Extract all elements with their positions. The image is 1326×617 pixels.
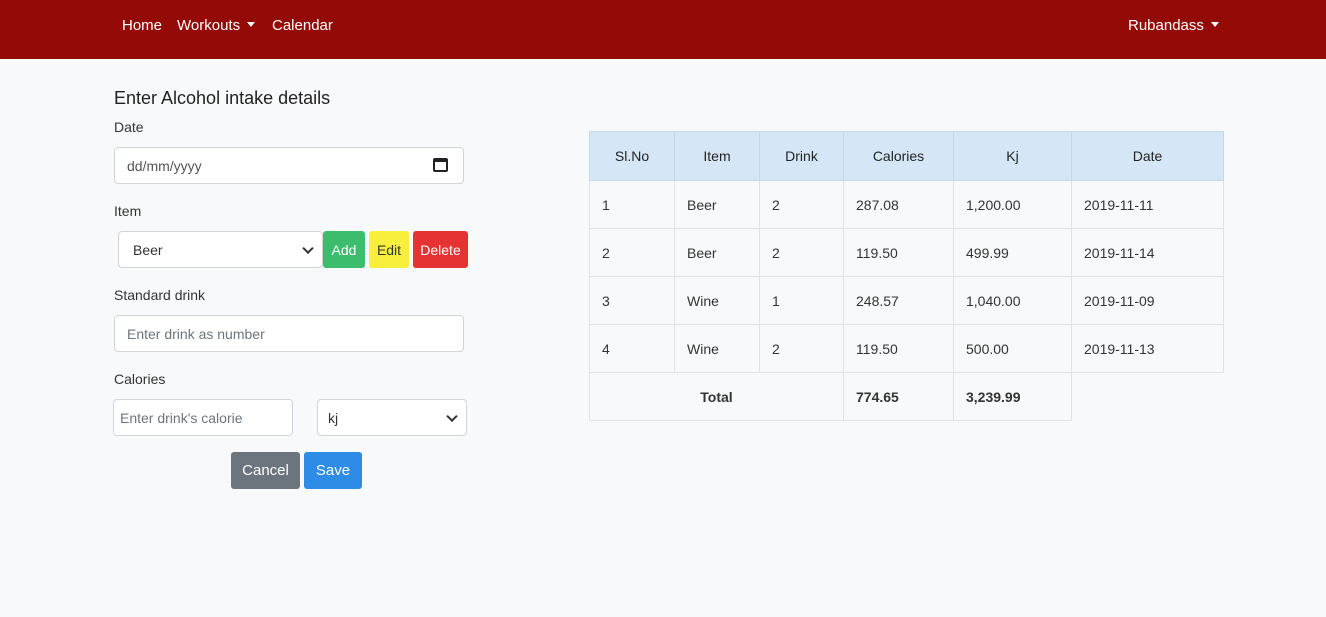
cell-drink: 2 <box>759 324 844 373</box>
calorie-placeholder: Enter drink's calorie <box>120 409 243 426</box>
empty-cell <box>1072 373 1224 421</box>
item-select[interactable]: Beer <box>118 231 323 268</box>
cell-kj: 500.00 <box>953 324 1072 373</box>
chevron-down-icon <box>446 410 458 422</box>
nav-calendar-link[interactable]: Calendar <box>272 17 333 35</box>
cell-slno: 3 <box>589 276 675 325</box>
cell-item: Wine <box>674 276 760 325</box>
intake-table: Sl.No Item Drink Calories Kj Date 1 Beer… <box>589 131 1224 421</box>
nav-home-link[interactable]: Home <box>122 17 162 35</box>
cell-drink: 1 <box>759 276 844 325</box>
cell-calories: 248.57 <box>843 276 954 325</box>
nav-workouts-dropdown[interactable]: Workouts <box>177 17 256 35</box>
table-total-row: Total 774.65 3,239.99 <box>589 372 1224 421</box>
cell-calories: 119.50 <box>843 324 954 373</box>
save-button[interactable]: Save <box>304 452 362 489</box>
column-header-date: Date <box>1071 131 1224 181</box>
cell-date: 2019-11-13 <box>1071 324 1224 373</box>
calories-label: Calories <box>114 371 166 387</box>
user-name: Rubandass <box>1128 17 1204 34</box>
cell-slno: 1 <box>589 180 675 229</box>
nav-workouts-label: Workouts <box>177 17 241 34</box>
form-title: Enter Alcohol intake details <box>114 88 331 108</box>
add-item-button[interactable]: Add <box>323 231 365 268</box>
column-header-kj: Kj <box>953 131 1072 181</box>
cell-item: Beer <box>674 180 760 229</box>
column-header-calories: Calories <box>843 131 954 181</box>
cell-item: Beer <box>674 228 760 277</box>
date-placeholder: dd/mm/yyyy <box>127 157 202 174</box>
cell-date: 2019-11-11 <box>1071 180 1224 229</box>
standard-drink-label: Standard drink <box>114 287 206 303</box>
cell-slno: 4 <box>589 324 675 373</box>
delete-item-button[interactable]: Delete <box>413 231 468 268</box>
cell-drink: 2 <box>759 180 844 229</box>
chevron-down-icon <box>302 242 314 254</box>
standard-drink-placeholder: Enter drink as number <box>127 325 265 342</box>
cell-kj: 1,200.00 <box>953 180 1072 229</box>
table-header-row: Sl.No Item Drink Calories Kj Date <box>589 131 1224 181</box>
date-label: Date <box>114 119 144 135</box>
table-row: 1 Beer 2 287.08 1,200.00 2019-11-11 <box>589 180 1224 229</box>
total-label: Total <box>589 372 844 421</box>
calendar-icon[interactable] <box>433 158 448 172</box>
cell-slno: 2 <box>589 228 675 277</box>
total-calories: 774.65 <box>843 372 954 421</box>
user-menu-dropdown[interactable]: Rubandass <box>1128 17 1219 35</box>
table-row: 2 Beer 2 119.50 499.99 2019-11-14 <box>589 228 1224 277</box>
cell-calories: 119.50 <box>843 228 954 277</box>
calorie-input[interactable]: Enter drink's calorie <box>113 399 293 436</box>
caret-down-icon <box>247 22 256 27</box>
column-header-slno: Sl.No <box>589 131 675 181</box>
unit-selected-value: kj <box>328 409 339 426</box>
unit-select[interactable]: kj <box>317 399 467 436</box>
cell-kj: 499.99 <box>953 228 1072 277</box>
column-header-drink: Drink <box>759 131 844 181</box>
date-input[interactable]: dd/mm/yyyy <box>114 147 464 184</box>
cancel-button[interactable]: Cancel <box>231 452 300 489</box>
cell-kj: 1,040.00 <box>953 276 1072 325</box>
cell-date: 2019-11-09 <box>1071 276 1224 325</box>
item-selected-value: Beer <box>133 241 163 258</box>
cell-item: Wine <box>674 324 760 373</box>
navbar: Home Workouts Calendar Rubandass <box>0 0 1326 59</box>
standard-drink-input[interactable]: Enter drink as number <box>114 315 464 352</box>
cell-drink: 2 <box>759 228 844 277</box>
cell-calories: 287.08 <box>843 180 954 229</box>
table-row: 3 Wine 1 248.57 1,040.00 2019-11-09 <box>589 276 1224 325</box>
total-kj: 3,239.99 <box>953 372 1072 421</box>
item-label: Item <box>114 203 142 219</box>
cell-date: 2019-11-14 <box>1071 228 1224 277</box>
column-header-item: Item <box>674 131 760 181</box>
table-row: 4 Wine 2 119.50 500.00 2019-11-13 <box>589 324 1224 373</box>
caret-down-icon <box>1210 22 1219 27</box>
edit-item-button[interactable]: Edit <box>369 231 409 268</box>
